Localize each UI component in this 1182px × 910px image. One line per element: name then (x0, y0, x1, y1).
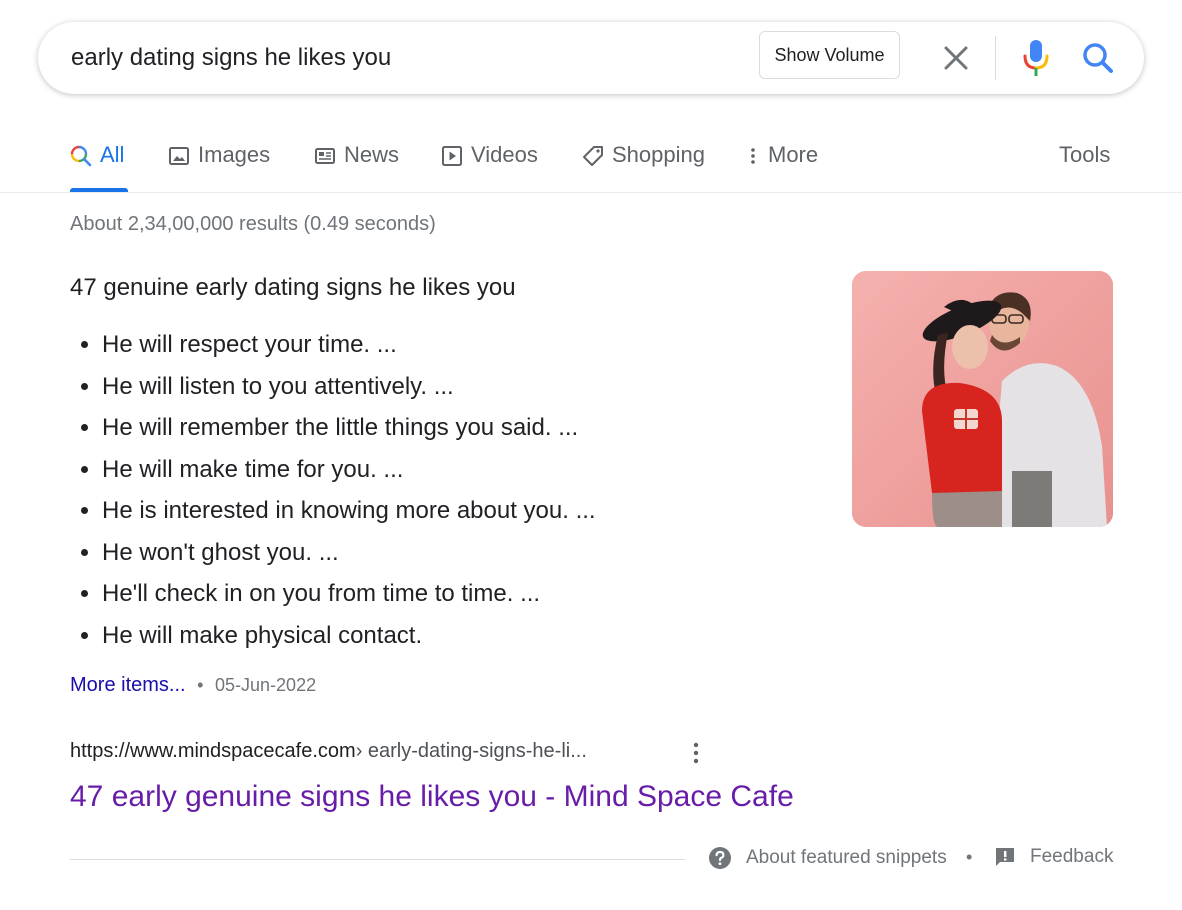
snippet-heading: 47 genuine early dating signs he likes y… (70, 274, 516, 301)
result-domain: https://www.mindspacecafe.com (70, 740, 356, 762)
result-stats: About 2,34,00,000 results (0.49 seconds) (70, 213, 436, 235)
tabs-divider (0, 192, 1182, 193)
snippet-meta-row: More items... • 05-Jun-2022 (70, 674, 316, 697)
list-item: He is interested in knowing more about y… (102, 490, 596, 532)
result-title-link[interactable]: 47 early genuine signs he likes you - Mi… (70, 780, 794, 814)
list-item: He will make physical contact. (102, 615, 596, 657)
tab-more-label: More (768, 142, 819, 167)
search-icon (1083, 43, 1113, 73)
tab-shopping-label: Shopping (612, 142, 705, 167)
tab-images[interactable]: Images (168, 138, 270, 192)
about-featured-snippets-link[interactable]: About featured snippets (708, 846, 947, 870)
close-icon (944, 46, 968, 70)
snippet-date: 05-Jun-2022 (215, 675, 317, 695)
tab-videos-label: Videos (471, 142, 538, 167)
snippet-list: He will respect your time. ... He will l… (70, 324, 596, 656)
more-items-link[interactable]: More items... (70, 674, 186, 696)
feedback-button[interactable]: Feedback (994, 846, 1113, 868)
search-bar-divider (995, 36, 996, 80)
feedback-icon (996, 848, 1014, 866)
tools-button[interactable]: Tools (1059, 138, 1110, 192)
tag-icon (583, 146, 603, 166)
play-icon (442, 146, 462, 166)
list-item: He will make time for you. ... (102, 449, 596, 491)
couple-photo-illustration (852, 271, 1113, 527)
tab-news[interactable]: News (314, 138, 399, 192)
tools-label: Tools (1059, 142, 1111, 167)
snippet-footer-divider (70, 859, 685, 860)
tab-more[interactable]: More (746, 138, 818, 192)
tab-news-label: News (344, 142, 400, 167)
result-citation[interactable]: https://www.mindspacecafe.com › early-da… (70, 740, 587, 763)
tab-all[interactable]: All (70, 138, 128, 192)
search-bar[interactable]: early dating signs he likes you Show Vol… (38, 22, 1144, 94)
snippet-thumbnail[interactable] (852, 271, 1113, 527)
clear-search-button[interactable] (938, 40, 974, 76)
help-icon (709, 847, 731, 869)
show-volume-button[interactable]: Show Volume (759, 31, 900, 79)
footer-separator: • (966, 847, 973, 867)
image-icon (169, 147, 189, 165)
list-item: He won't ghost you. ... (102, 532, 596, 574)
feedback-label: Feedback (1030, 846, 1114, 867)
vertical-dots-icon (751, 148, 755, 164)
list-item: He'll check in on you from time to time.… (102, 573, 596, 615)
list-item: He will remember the little things you s… (102, 407, 596, 449)
microphone-icon (1023, 40, 1049, 76)
search-multicolor-icon (70, 145, 92, 167)
newspaper-icon (315, 148, 335, 164)
voice-search-button[interactable] (1018, 38, 1054, 78)
search-submit-button[interactable] (1078, 38, 1118, 78)
search-input[interactable]: early dating signs he likes you (71, 42, 391, 74)
list-item: He will listen to you attentively. ... (102, 366, 596, 408)
about-featured-snippets-label: About featured snippets (746, 847, 947, 868)
meta-separator: • (197, 675, 204, 695)
tab-videos[interactable]: Videos (441, 138, 538, 192)
result-options-button[interactable] (684, 740, 708, 766)
tab-all-label: All (100, 142, 125, 167)
tab-images-label: Images (198, 142, 271, 167)
vertical-dots-icon (693, 742, 699, 764)
search-tabs: All Images News Videos Shopping More Too… (70, 138, 1112, 192)
list-item: He will respect your time. ... (102, 324, 596, 366)
result-breadcrumb: › early-dating-signs-he-li... (355, 740, 587, 762)
tab-shopping[interactable]: Shopping (582, 138, 705, 192)
